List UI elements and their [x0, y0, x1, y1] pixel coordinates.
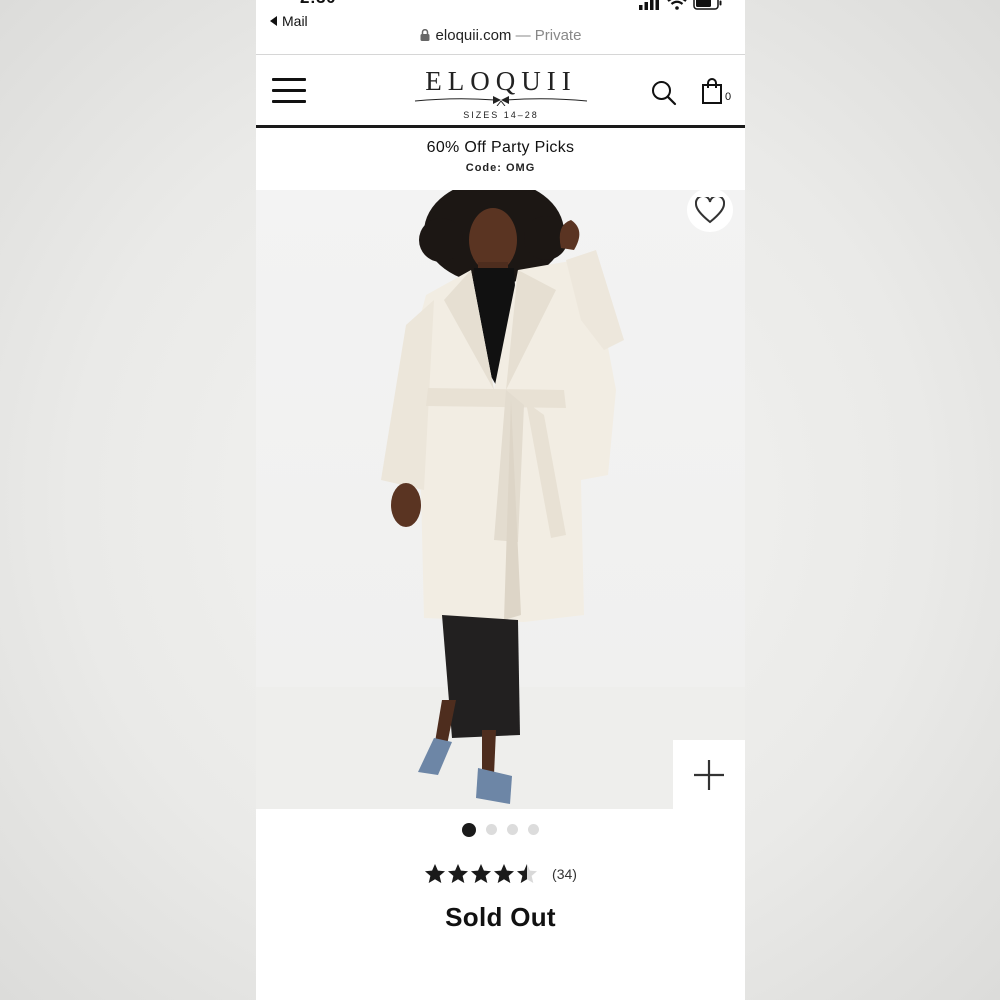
review-count[interactable]: (34)	[552, 866, 577, 882]
battery-icon	[693, 0, 722, 10]
zoom-button[interactable]	[673, 740, 745, 810]
star-icon	[425, 864, 446, 883]
promo-banner[interactable]: 60% Off Party Picks Code: OMG	[256, 128, 745, 190]
site-header: ELOQUII SIZES 14–28 0	[256, 56, 745, 125]
back-arrow-icon	[270, 16, 277, 26]
menu-icon[interactable]	[272, 78, 306, 104]
shopping-bag-icon	[702, 78, 722, 104]
promo-code: Code: OMG	[465, 162, 536, 174]
star-icon	[517, 864, 538, 883]
signal-icon	[639, 0, 659, 10]
star-icon	[471, 864, 492, 883]
wishlist-button[interactable]	[687, 190, 733, 232]
product-image[interactable]	[256, 190, 745, 809]
search-button[interactable]	[651, 80, 677, 111]
url-privacy: — Private	[511, 27, 582, 44]
cart-count: 0	[725, 91, 732, 103]
logo-bow-flourish	[414, 96, 588, 106]
carousel-dot-3[interactable]	[507, 824, 518, 835]
star-icon	[448, 864, 469, 883]
carousel-dot-2[interactable]	[486, 824, 497, 835]
star-icon	[494, 864, 515, 883]
logo[interactable]: ELOQUII SIZES 14–28	[406, 66, 596, 120]
stock-status: Sold Out	[445, 902, 556, 932]
status-time: 2:30	[300, 0, 336, 8]
status-icons	[639, 0, 723, 10]
cart-button[interactable]: 0	[702, 78, 731, 104]
divider	[256, 54, 745, 55]
promo-title: 60% Off Party Picks	[426, 139, 575, 156]
carousel-dots	[256, 822, 745, 837]
model-photo	[381, 190, 624, 804]
phone-screen: 2:30 Mail eloquii.com — Private	[256, 0, 745, 1000]
wifi-icon	[667, 0, 687, 10]
product-rating[interactable]: (34)	[256, 863, 745, 884]
search-icon	[652, 81, 677, 106]
address-bar[interactable]: eloquii.com — Private	[256, 27, 745, 44]
plus-icon	[694, 760, 724, 790]
carousel-dot-4[interactable]	[528, 824, 539, 835]
carousel-dot-1[interactable]	[462, 822, 476, 837]
logo-tagline: SIZES 14–28	[463, 110, 539, 120]
lock-icon	[420, 29, 430, 41]
heart-icon	[695, 196, 725, 223]
logo-wordmark: ELOQUII	[425, 66, 577, 96]
star-rating	[424, 863, 538, 884]
url-domain: eloquii.com	[435, 27, 512, 44]
